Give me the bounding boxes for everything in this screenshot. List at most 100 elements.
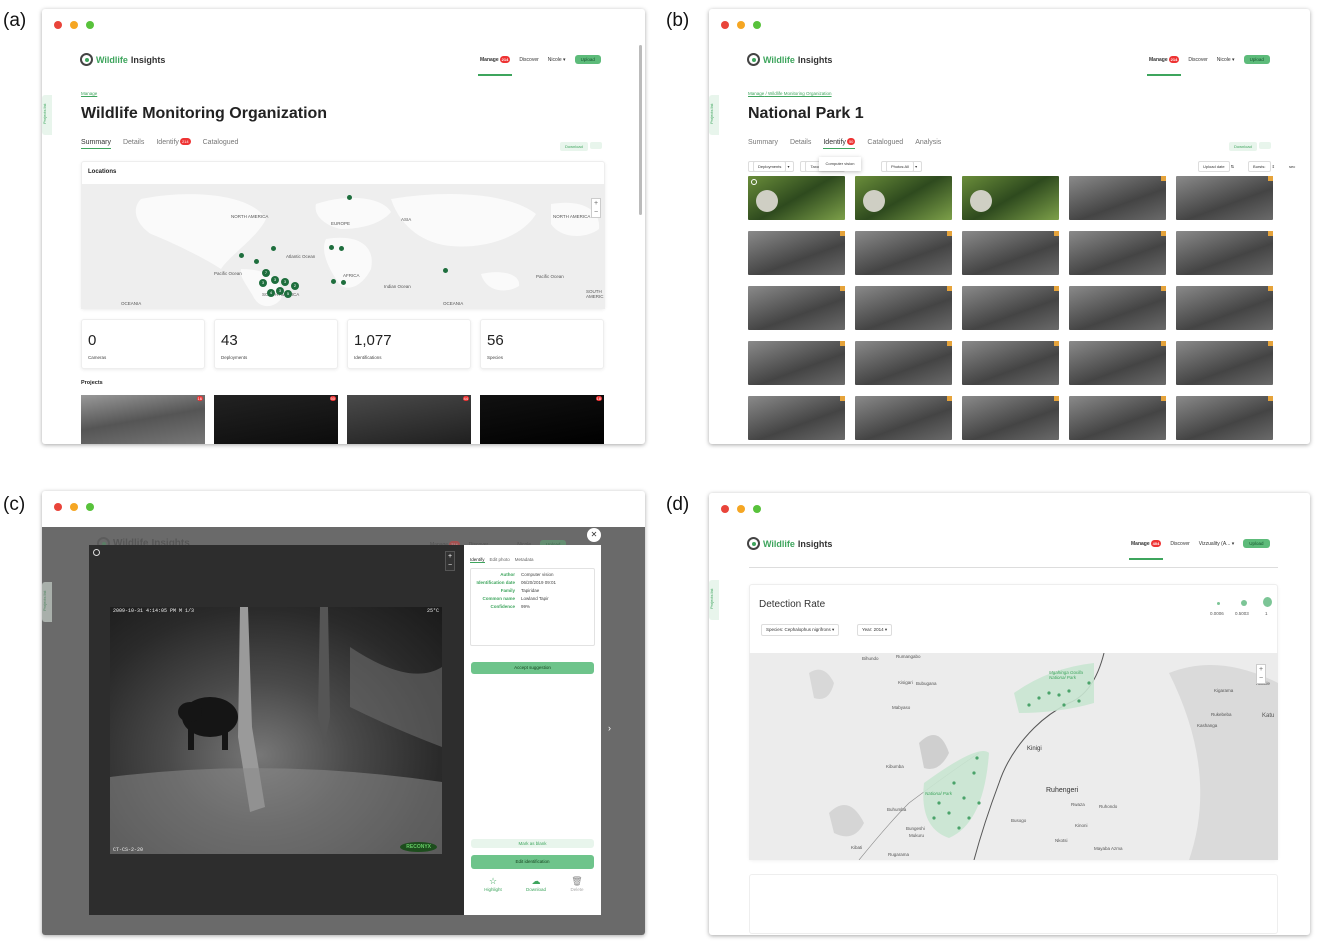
- tab-summary[interactable]: Summary: [81, 139, 111, 149]
- project-thumbnail[interactable]: 44: [347, 395, 471, 444]
- download-button[interactable]: ☁ Download: [524, 876, 548, 892]
- maximize-dot[interactable]: [753, 21, 761, 29]
- location-marker[interactable]: [329, 245, 334, 250]
- settings-icon[interactable]: [1259, 142, 1271, 149]
- location-marker[interactable]: [347, 195, 352, 200]
- location-marker[interactable]: [339, 246, 344, 251]
- user-menu[interactable]: Vizzuality (A... ▾: [1199, 541, 1235, 547]
- photo-thumb[interactable]: [1176, 341, 1273, 385]
- location-cluster[interactable]: 7: [262, 269, 270, 277]
- photo-thumb[interactable]: [1069, 176, 1166, 220]
- minimize-dot[interactable]: [70, 503, 78, 511]
- tab-identify[interactable]: Identify 214: [156, 138, 191, 149]
- nav-manage[interactable]: Manage 214: [477, 55, 513, 76]
- location-marker[interactable]: [341, 280, 346, 285]
- photo-thumb[interactable]: [1069, 231, 1166, 275]
- upload-button[interactable]: Upload: [1243, 55, 1270, 64]
- world-map[interactable]: NORTH AMERICA EUROPE ASIA NORTH AMERICA …: [81, 184, 605, 309]
- close-dot[interactable]: [721, 21, 729, 29]
- photo-thumb[interactable]: [1176, 231, 1273, 275]
- location-marker[interactable]: [254, 259, 259, 264]
- tab-analysis[interactable]: Analysis: [915, 139, 941, 149]
- photo-thumb[interactable]: [748, 231, 845, 275]
- species-select[interactable]: Species: Cephalophus nigrifrons ▾: [761, 624, 840, 636]
- detection-map[interactable]: Bihundo Rumangabo Kisigari Bubugana Maby…: [749, 653, 1278, 860]
- tab-metadata[interactable]: Metadata: [515, 557, 534, 563]
- edit-identification-button[interactable]: Edit identification: [471, 855, 594, 869]
- accept-suggestion-button[interactable]: Accept suggestion: [471, 662, 594, 674]
- tab-details[interactable]: Details: [790, 139, 811, 149]
- select-circle-icon[interactable]: [93, 549, 100, 556]
- photo-thumb[interactable]: [1176, 176, 1273, 220]
- nav-discover[interactable]: Discover: [1170, 541, 1189, 547]
- upload-button[interactable]: Upload: [574, 55, 601, 64]
- tab-details[interactable]: Details: [123, 139, 144, 149]
- nav-manage[interactable]: Manage 214: [1146, 55, 1182, 76]
- location-marker[interactable]: [271, 246, 276, 251]
- photo-thumb[interactable]: [748, 341, 845, 385]
- project-thumbnail[interactable]: 16: [81, 395, 205, 444]
- photo-thumb[interactable]: [748, 286, 845, 330]
- tab-catalogued[interactable]: Catalogued: [203, 139, 239, 149]
- close-dot[interactable]: [54, 21, 62, 29]
- photo-thumb[interactable]: [962, 286, 1059, 330]
- scrollbar[interactable]: [639, 45, 642, 215]
- maximize-dot[interactable]: [753, 505, 761, 513]
- maximize-dot[interactable]: [86, 503, 94, 511]
- location-cluster[interactable]: 2: [291, 282, 299, 290]
- photo-zoom-control[interactable]: + −: [445, 551, 455, 571]
- close-dot[interactable]: [721, 505, 729, 513]
- nav-discover[interactable]: Discover: [1188, 57, 1207, 63]
- photo-thumb[interactable]: [962, 176, 1059, 220]
- map-zoom-control[interactable]: + −: [1256, 664, 1266, 684]
- location-cluster[interactable]: 4: [267, 289, 275, 297]
- bursts-toggle[interactable]: Bursts: ⇕: [1244, 161, 1279, 172]
- project-thumbnail[interactable]: 18: [480, 395, 604, 444]
- tab-edit-photo[interactable]: Edit photo: [490, 557, 510, 563]
- highlight-button[interactable]: ☆ Highlight: [481, 876, 505, 892]
- project-thumbnail[interactable]: 50: [214, 395, 338, 444]
- location-cluster[interactable]: 3: [276, 287, 284, 295]
- minimize-dot[interactable]: [737, 21, 745, 29]
- location-cluster[interactable]: 3: [259, 279, 267, 287]
- dropdown-item-computer-vision[interactable]: Computer vision: [826, 161, 855, 166]
- nav-discover[interactable]: Discover: [519, 57, 538, 63]
- filter-photos[interactable]: Photos:All ▾: [880, 161, 923, 172]
- photo-thumb[interactable]: [748, 176, 845, 220]
- minimize-dot[interactable]: [737, 505, 745, 513]
- delete-button[interactable]: 🗑 Delete: [565, 876, 589, 892]
- location-marker[interactable]: [239, 253, 244, 258]
- breadcrumb-manage[interactable]: Manage: [748, 91, 764, 96]
- map-zoom-control[interactable]: + −: [591, 198, 601, 218]
- close-modal-button[interactable]: ✕: [587, 528, 601, 542]
- mark-as-blank-button[interactable]: Mark as blank: [471, 839, 594, 848]
- tab-identify[interactable]: Identify 50: [823, 138, 856, 149]
- photo-thumb[interactable]: [855, 231, 952, 275]
- projects-list-tab[interactable]: Projects list: [42, 95, 52, 135]
- download-button[interactable]: Download: [1229, 142, 1257, 151]
- photo-thumb[interactable]: [1069, 341, 1166, 385]
- location-cluster[interactable]: 5: [284, 290, 292, 298]
- year-select[interactable]: Year: 2014 ▾: [857, 624, 893, 636]
- tab-catalogued[interactable]: Catalogued: [867, 139, 903, 149]
- photo-thumb[interactable]: [1069, 286, 1166, 330]
- breadcrumb[interactable]: Manage: [81, 91, 97, 96]
- location-marker[interactable]: [443, 268, 448, 273]
- settings-icon[interactable]: [590, 142, 602, 149]
- photo-thumb[interactable]: [1176, 286, 1273, 330]
- camera-trap-photo[interactable]: 2009-10-31 4:14:05 PM M 1/3 25°C CT-CS-2-…: [110, 607, 442, 854]
- location-cluster[interactable]: 3: [281, 278, 289, 286]
- sort-upload-date[interactable]: Upload date ⇅: [1194, 161, 1238, 172]
- photo-thumb[interactable]: [962, 231, 1059, 275]
- upload-button[interactable]: Upload: [1243, 539, 1270, 548]
- download-button[interactable]: Download: [560, 142, 588, 151]
- maximize-dot[interactable]: [86, 21, 94, 29]
- projects-list-tab[interactable]: Projects list: [709, 580, 719, 620]
- projects-list-tab[interactable]: Projects list: [709, 95, 719, 135]
- logo[interactable]: Wildlife Insights: [80, 53, 165, 66]
- user-menu[interactable]: Nicole ▾: [548, 57, 566, 63]
- photo-thumb[interactable]: [962, 341, 1059, 385]
- location-cluster[interactable]: 3: [271, 276, 279, 284]
- breadcrumb-org[interactable]: Wildlife Monitoring Organization: [768, 91, 832, 96]
- user-menu[interactable]: Nicole ▾: [1217, 57, 1235, 63]
